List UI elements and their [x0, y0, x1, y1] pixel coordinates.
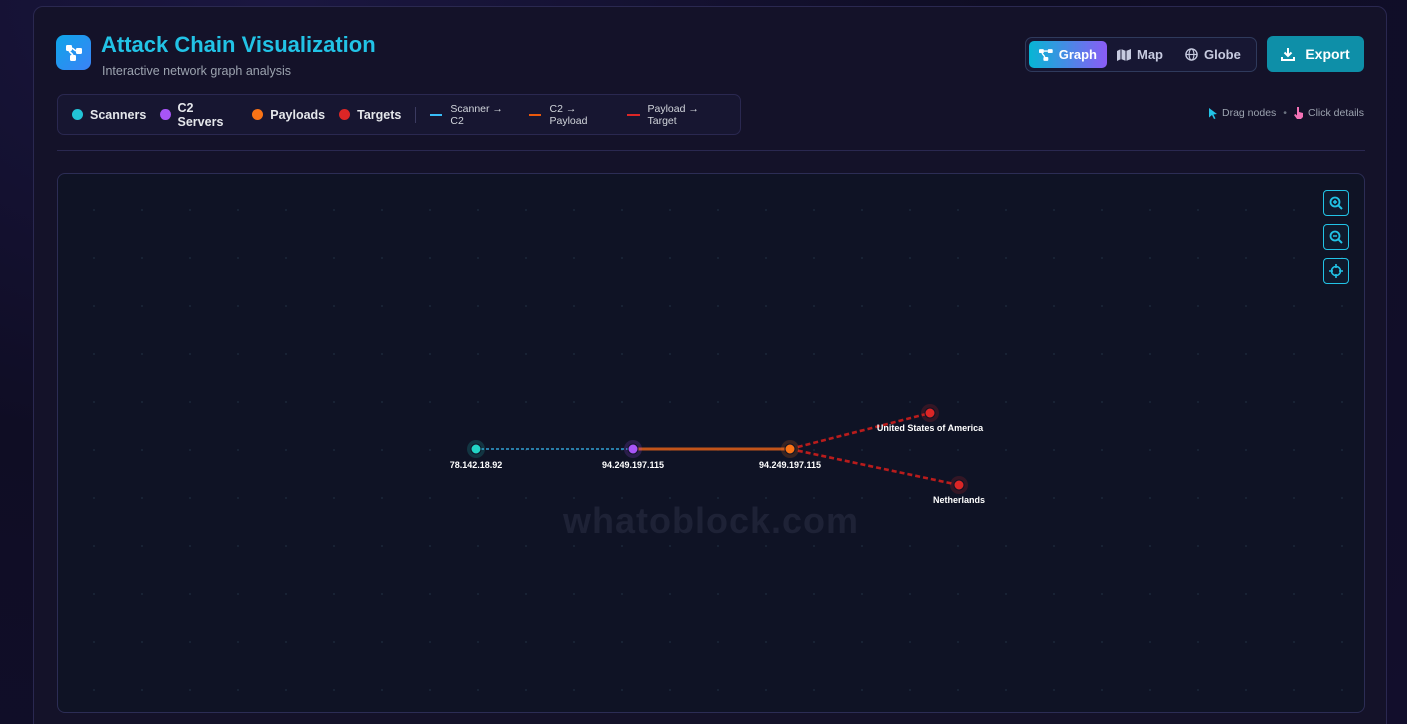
legend-targets-label: Targets — [357, 107, 402, 122]
payload-dot — [252, 109, 264, 120]
legend-scanners-label: Scanners — [90, 107, 147, 122]
click-hint: Click details — [1307, 107, 1365, 119]
zoom-out-button[interactable] — [1323, 224, 1349, 250]
node-label: 78.142.18.92 — [450, 460, 503, 470]
node-target[interactable] — [924, 407, 936, 419]
export-label: Export — [1305, 46, 1350, 62]
node-payload[interactable] — [784, 443, 796, 455]
legend-edge-c2-payload-label: C2 → Payload — [549, 102, 588, 127]
section-divider — [57, 150, 1365, 151]
network-graph[interactable]: 78.142.18.92 94.249.197.115 94.249.197.115… — [58, 174, 1365, 713]
legend-edge-scanner-c2: Scanner → C2 — [430, 103, 514, 127]
view-toggle: Graph Map Globe — [1025, 37, 1257, 72]
node-c2[interactable] — [627, 443, 639, 455]
view-globe-label: Globe — [1204, 47, 1241, 62]
dashed-line-sample — [430, 113, 443, 116]
view-globe-button[interactable]: Globe — [1175, 41, 1253, 68]
page-subtitle: Interactive network graph analysis — [102, 64, 291, 78]
export-button[interactable]: Export — [1267, 36, 1364, 72]
graph-icon — [1039, 48, 1053, 61]
legend-edge-payload-target: Payload → Target — [627, 103, 725, 127]
node-label: United States of America — [877, 423, 984, 433]
solid-line-sample — [529, 113, 542, 116]
interaction-hints: Drag nodes • Click details — [1209, 107, 1364, 119]
view-graph-button[interactable]: Graph — [1029, 41, 1107, 68]
attack-chain-panel: Attack Chain Visualization Interactive n… — [33, 6, 1387, 724]
drag-hint: Drag nodes — [1222, 107, 1277, 119]
zoom-in-icon — [1329, 196, 1343, 210]
center-view-button[interactable] — [1323, 258, 1349, 284]
legend-divider — [415, 106, 417, 123]
c2-dot — [160, 109, 171, 120]
view-map-button[interactable]: Map — [1107, 41, 1175, 68]
legend-payloads-label: Payloads — [270, 107, 326, 122]
solid-line-sample — [627, 113, 640, 116]
target-dot — [339, 109, 351, 120]
legend-c2-servers: C2 Servers — [160, 101, 238, 129]
node-label: 94.249.197.115 — [602, 460, 664, 470]
legend-edge-scanner-c2-label: Scanner → C2 — [450, 102, 503, 127]
node-label: 94.249.197.115 — [759, 460, 821, 470]
globe-icon — [1185, 48, 1198, 61]
legend-payloads: Payloads — [252, 108, 325, 122]
download-icon — [1281, 48, 1296, 61]
crosshair-icon — [1329, 264, 1343, 278]
legend-c2-label: C2 Servers — [177, 100, 224, 129]
legend-scanners: Scanners — [72, 108, 146, 122]
view-graph-label: Graph — [1058, 47, 1097, 62]
zoom-in-button[interactable] — [1323, 190, 1349, 216]
legend-edge-payload-target-label: Payload → Target — [647, 102, 699, 127]
legend-targets: Targets — [339, 108, 401, 122]
scanner-dot — [72, 109, 83, 120]
hand-pointer-icon — [1293, 107, 1303, 119]
legend: Scanners C2 Servers Payloads Targets Sca… — [57, 94, 741, 135]
app-logo — [56, 35, 91, 70]
page-title: Attack Chain Visualization — [101, 32, 376, 57]
grid-background — [58, 174, 1364, 712]
zoom-out-icon — [1329, 230, 1343, 244]
graph-nodes-icon — [65, 44, 82, 61]
legend-edge-c2-payload: C2 → Payload — [529, 103, 612, 127]
map-icon — [1117, 48, 1131, 61]
view-map-label: Map — [1137, 47, 1163, 62]
graph-canvas[interactable]: 78.142.18.92 94.249.197.115 94.249.197.115… — [57, 173, 1365, 713]
watermark: whatoblock.com — [562, 500, 860, 541]
pointer-icon — [1209, 107, 1217, 119]
node-target[interactable] — [953, 479, 965, 491]
node-scanner[interactable] — [470, 443, 482, 455]
hint-separator: • — [1283, 107, 1287, 119]
